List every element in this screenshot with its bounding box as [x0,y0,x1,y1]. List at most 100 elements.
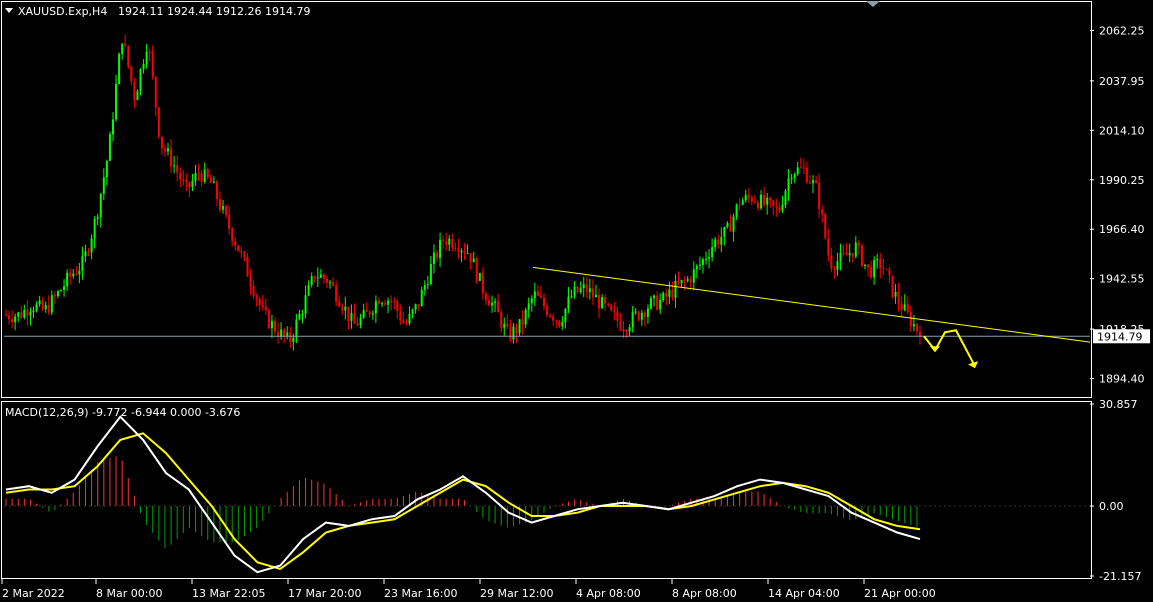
candle-body [463,250,466,254]
candle-body [484,293,487,301]
candle-body [867,264,870,268]
candle [237,244,240,252]
candle-body [582,284,585,289]
candle-body [497,301,500,313]
candle-body [23,309,26,318]
price-tick-label: 1966.40 [1099,223,1145,236]
candle-body [139,69,142,92]
candle-body [99,193,102,218]
candle-body [536,291,539,296]
candle-body [815,180,818,183]
candle-body [194,173,197,181]
candle-body [643,312,646,317]
time-tick-label: 23 Mar 16:00 [384,587,457,600]
candle-body [802,167,805,169]
candle-body [329,282,332,284]
ohlc-values: 1924.11 1924.44 1912.26 1914.79 [118,5,310,18]
candle-body [393,300,396,302]
candle-body [387,300,390,305]
candle-body [115,83,118,120]
candle-body [487,300,490,306]
candle-body [772,200,775,207]
candle-body [185,179,188,183]
candle-body [411,309,414,314]
candle-body [286,332,289,336]
candle-body [53,295,56,297]
candle-body [567,297,570,309]
candle-body [701,259,704,265]
candle-body [610,304,613,311]
candle-body [295,319,298,338]
macd-tick-label: 30.857 [1099,398,1138,411]
candle-body [240,251,243,253]
candle-body [5,315,7,317]
candle-body [38,300,41,305]
candle-body [524,309,527,325]
candle-body [136,91,139,101]
candle-body [338,301,341,307]
candle-body [44,304,47,310]
candle-body [692,269,695,283]
price-tick-label: 1942.55 [1099,273,1145,286]
candle-body [888,269,891,276]
candle-body [741,200,744,205]
candle-body [267,310,270,329]
candle-body [775,206,778,208]
candle-body [203,169,206,182]
candle-body [601,296,604,309]
candle-body [549,315,552,317]
candle-body [460,250,463,253]
candle-body [160,136,163,149]
candle-body [264,306,267,311]
candle-body [249,276,252,286]
candle-body [543,297,546,307]
candle-body [760,194,763,209]
candle-body [863,264,866,266]
candle-body [231,228,234,242]
candle-body [649,298,652,309]
time-tick-label: 29 Mar 12:00 [480,587,553,600]
candle-body [8,315,11,320]
candle-body [735,204,738,217]
candle-body [671,289,674,298]
time-tick-label: 14 Apr 04:00 [768,587,840,600]
candle-body [585,284,588,293]
candle-body [301,313,304,315]
candle-body [206,169,209,178]
candle-body [833,268,836,270]
candle-body [909,312,912,327]
candle-body [674,280,677,298]
candle-body [839,252,842,262]
candle-body [552,316,555,321]
candle-body [127,45,130,67]
candle-body [659,300,662,310]
candle-body [335,285,338,302]
candle-body [32,310,35,313]
candle-body [558,320,561,327]
candle-body [848,253,851,256]
candle-body [646,308,649,317]
candle-body [429,263,432,285]
candle-body [258,299,261,305]
candle-body [640,312,643,320]
candle [824,212,827,241]
candle-body [332,282,335,286]
candle-body [619,320,622,330]
candle-body [191,180,194,188]
time-tick-label: 4 Apr 08:00 [576,587,641,600]
candle-body [900,303,903,311]
candle-body [827,237,830,256]
candle-body [564,308,567,323]
candle-body [919,331,921,337]
candle-body [882,268,885,270]
candle-body [723,227,726,238]
candle-body [845,253,848,256]
candle-body [442,239,445,242]
candle-body [539,295,542,298]
candle-body [439,239,442,258]
candle-body [698,264,701,266]
candle-body [121,43,124,55]
candle-body [96,217,99,219]
trading-chart[interactable]: XAUUSD.Exp,H4 1924.11 1924.44 1912.26 19… [0,0,1153,602]
candle-body [478,273,481,281]
